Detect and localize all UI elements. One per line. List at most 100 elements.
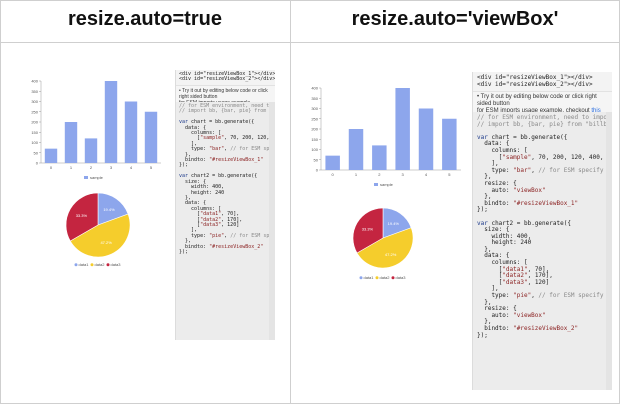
code-line: auto: "viewBox" [477, 311, 546, 319]
header-divider [0, 42, 620, 43]
y-tick-label: 100 [311, 147, 318, 152]
left-code-panel: <div id="resizeViewBox_1"></div> <div id… [175, 70, 275, 340]
code-line: }); [477, 206, 488, 214]
scrollbar[interactable] [269, 102, 275, 340]
code-line: // import bb, {bar, pie} from "billboard… [179, 108, 275, 115]
right-code-panel: <div id="resizeViewBox_1"></div> <div id… [472, 72, 612, 390]
x-tick-label: 3 [402, 172, 405, 177]
legend-swatch-data2 [90, 263, 94, 267]
y-tick-label: 300 [311, 106, 318, 111]
code-line: height: 240 [477, 239, 532, 247]
x-tick-label: 5 [448, 172, 451, 177]
bar-1 [348, 129, 364, 170]
y-tick-label: 200 [31, 120, 38, 125]
code-line: type: "pie", // for ESM specify as: pie(… [477, 292, 612, 300]
x-tick-label: 1 [355, 172, 358, 177]
y-tick-label: 0 [36, 161, 39, 166]
x-tick-label: 2 [90, 165, 93, 170]
pie-slice-label: 33.3% [362, 227, 374, 232]
pie-slice-label: 47.2% [385, 252, 397, 257]
x-tick-label: 1 [70, 165, 73, 170]
bar-4 [124, 101, 138, 163]
pie-slice-label: 19.4% [388, 221, 400, 226]
y-tick-label: 200 [311, 127, 318, 132]
y-tick-label: 350 [311, 96, 318, 101]
left-bar-chart: 0 50 100 150 200 250 300 350 400 0 1 2 3 4 5 sample [31, 79, 161, 180]
x-tick-label: 4 [425, 172, 428, 177]
code-line: // import bb, {bar, pie} from "billboard… [477, 120, 612, 128]
right-column-heading: resize.auto='viewBox' [351, 8, 559, 30]
y-tick-label: 50 [34, 150, 39, 155]
legend-label-data2: data2 [95, 262, 106, 267]
y-tick-label: 100 [31, 140, 38, 145]
bar-0 [44, 148, 58, 163]
bar-0 [325, 155, 340, 170]
legend-swatch-data2 [375, 276, 379, 280]
legend-swatch-data3 [106, 263, 110, 267]
code-line: auto: "viewBox" [477, 186, 546, 194]
x-tick-label: 2 [378, 172, 381, 177]
code-line: }); [477, 331, 488, 339]
code-editor[interactable]: // for ESM environment, need to import m… [473, 112, 612, 390]
y-tick-label: 250 [311, 116, 318, 121]
scrollbar[interactable] [606, 112, 612, 390]
y-tick-label: 400 [311, 86, 318, 91]
hint-line: • Try it out by editing below code or cl… [477, 94, 597, 107]
code-editor[interactable]: // for ESM environment, need to import m… [176, 102, 275, 340]
x-tick-label: 4 [130, 165, 133, 170]
hint-line: • Try it out by editing below code or cl… [179, 88, 268, 100]
y-tick-label: 0 [316, 168, 319, 173]
legend-label-data3: data3 [396, 275, 407, 280]
html-snippet: <div id="resizeViewBox_1"></div> <div id… [176, 70, 275, 86]
x-tick-label: 5 [150, 165, 153, 170]
legend-swatch-sample [84, 176, 88, 179]
code-line: bindto: "#resizeViewBox_1" [477, 199, 579, 207]
bar-4 [418, 108, 434, 170]
left-column-heading: resize.auto=true [68, 8, 222, 30]
html-snippet: <div id="resizeViewBox_1"></div> <div id… [473, 72, 612, 92]
x-tick-label: 0 [50, 165, 53, 170]
legend-swatch-sample [374, 183, 378, 186]
y-tick-label: 50 [314, 157, 319, 162]
legend-label-sample: sample [90, 175, 104, 180]
bar-2 [84, 138, 98, 163]
bar-2 [372, 145, 387, 170]
bar-5 [442, 118, 457, 170]
bar-1 [64, 122, 78, 163]
y-tick-label: 250 [31, 109, 38, 114]
legend-label-data1: data1 [79, 262, 90, 267]
left-pie-chart: 19.4% 47.2% 33.3% data1 data2 data3 [65, 192, 131, 267]
x-tick-label: 0 [332, 172, 335, 177]
html-line: <div id="resizeViewBox_2"></div> [477, 80, 593, 88]
pie-slice-label: 19.4% [103, 207, 115, 212]
pie-slice-label: 47.2% [100, 240, 112, 245]
code-line: bindto: "#resizeViewBox_1" [179, 157, 264, 164]
legend-label-sample: sample [380, 182, 394, 187]
y-tick-label: 150 [311, 137, 318, 142]
legend-label-data1: data1 [364, 275, 375, 280]
code-line: bindto: "#resizeViewBox_2" [179, 243, 264, 250]
legend-swatch-data1 [359, 276, 363, 280]
code-line: type: "bar", // for ESM specify as: bar(… [477, 166, 612, 174]
bar-3 [395, 88, 410, 170]
legend-swatch-data3 [391, 276, 395, 280]
x-tick-label: 3 [110, 165, 113, 170]
legend-label-data3: data3 [111, 262, 122, 267]
legend-label-data2: data2 [380, 275, 391, 280]
column-divider [290, 0, 291, 404]
legend-swatch-data1 [74, 263, 78, 267]
html-line: <div id="resizeViewBox_2"></div> [179, 76, 275, 83]
y-tick-label: 350 [31, 89, 38, 94]
code-line: type: "pie", // for ESM specify as: pie(… [179, 232, 275, 239]
right-pie-chart: 19.4% 47.2% 33.3% data1 data2 data3 [352, 207, 414, 280]
y-tick-label: 300 [31, 99, 38, 104]
pie-slice-label: 33.3% [76, 213, 88, 218]
y-tick-label: 150 [31, 130, 38, 135]
bar-3 [104, 81, 118, 163]
right-bar-chart: 0 50 100 150 200 250 300 350 400 0 1 2 3 4 5 sample [311, 86, 461, 187]
code-line: type: "bar", // for ESM specify as: bar(… [179, 146, 275, 153]
code-line: }); [179, 248, 189, 255]
y-tick-label: 400 [31, 79, 38, 84]
bar-5 [144, 111, 158, 163]
code-line: bindto: "#resizeViewBox_2" [477, 325, 579, 332]
